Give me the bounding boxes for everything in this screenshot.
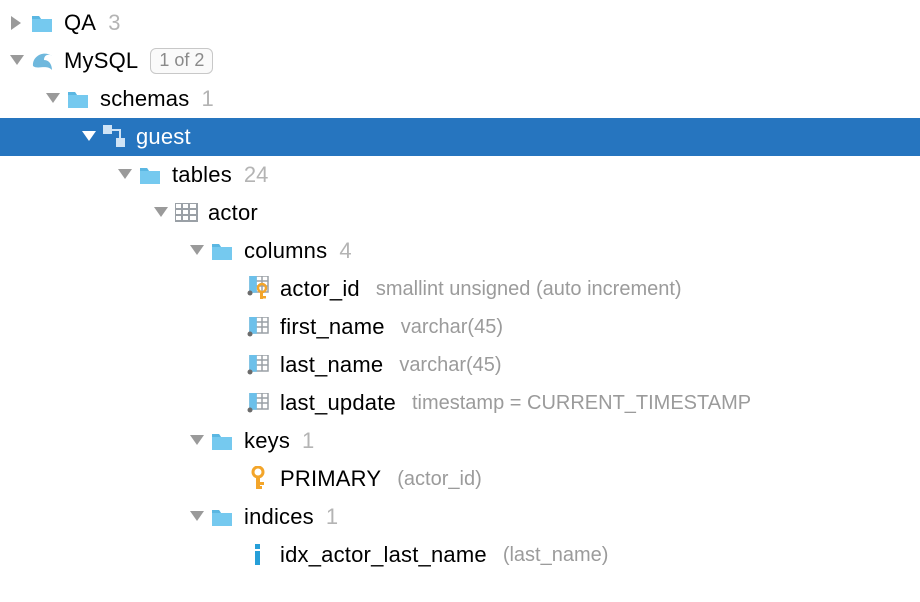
tree-node-columns[interactable]: columns 4 <box>0 232 920 270</box>
node-label: indices <box>244 504 314 530</box>
node-label: guest <box>136 124 191 150</box>
column-type: varchar(45) <box>399 354 501 377</box>
collapse-arrow-icon[interactable] <box>42 93 64 105</box>
column-icon <box>244 317 274 337</box>
tree-node-column-first-name[interactable]: first_name varchar(45) <box>0 308 920 346</box>
tree-node-key-primary[interactable]: PRIMARY (actor_id) <box>0 460 920 498</box>
column-icon <box>244 393 274 413</box>
node-count: 3 <box>108 10 120 36</box>
mysql-icon <box>28 48 58 74</box>
column-type: timestamp = CURRENT_TIMESTAMP <box>412 392 751 415</box>
tree-node-keys[interactable]: keys 1 <box>0 422 920 460</box>
datasource-badge: 1 of 2 <box>150 48 213 75</box>
node-label: last_name <box>280 352 383 378</box>
node-label: tables <box>172 162 232 188</box>
column-icon <box>244 355 274 375</box>
node-count: 1 <box>201 86 213 112</box>
collapse-arrow-icon[interactable] <box>186 435 208 447</box>
tree-node-mysql[interactable]: MySQL 1 of 2 <box>0 42 920 80</box>
node-label: PRIMARY <box>280 466 381 492</box>
key-icon <box>244 466 274 492</box>
index-icon <box>244 542 274 568</box>
tree-node-guest[interactable]: guest <box>0 118 920 156</box>
node-label: actor_id <box>280 276 360 302</box>
column-type: varchar(45) <box>401 316 503 339</box>
node-count: 4 <box>339 238 351 264</box>
table-icon <box>172 203 202 223</box>
node-label: columns <box>244 238 327 264</box>
collapse-arrow-icon[interactable] <box>114 169 136 181</box>
node-label: QA <box>64 10 96 36</box>
tree-node-qa[interactable]: QA 3 <box>0 4 920 42</box>
collapse-arrow-icon[interactable] <box>6 55 28 67</box>
key-detail: (actor_id) <box>397 468 481 491</box>
tree-node-schemas[interactable]: schemas 1 <box>0 80 920 118</box>
node-label: idx_actor_last_name <box>280 542 487 568</box>
index-detail: (last_name) <box>503 544 609 567</box>
node-label: keys <box>244 428 290 454</box>
node-count: 24 <box>244 162 268 188</box>
collapse-arrow-icon[interactable] <box>186 511 208 523</box>
column-type: smallint unsigned (auto increment) <box>376 278 682 301</box>
expand-arrow-icon[interactable] <box>6 16 28 30</box>
node-label: actor <box>208 200 258 226</box>
database-tree[interactable]: QA 3 MySQL 1 of 2 schemas 1 g <box>0 0 920 574</box>
tree-node-tables[interactable]: tables 24 <box>0 156 920 194</box>
folder-icon <box>136 164 166 186</box>
collapse-arrow-icon[interactable] <box>78 131 100 143</box>
tree-node-column-last-update[interactable]: last_update timestamp = CURRENT_TIMESTAM… <box>0 384 920 422</box>
node-label: first_name <box>280 314 385 340</box>
node-count: 1 <box>302 428 314 454</box>
tree-node-index[interactable]: idx_actor_last_name (last_name) <box>0 536 920 574</box>
collapse-arrow-icon[interactable] <box>186 245 208 257</box>
pk-column-icon <box>244 276 274 302</box>
node-count: 1 <box>326 504 338 530</box>
folder-icon <box>208 506 238 528</box>
schema-icon <box>100 125 130 149</box>
tree-node-indices[interactable]: indices 1 <box>0 498 920 536</box>
tree-node-column-actor-id[interactable]: actor_id smallint unsigned (auto increme… <box>0 270 920 308</box>
tree-node-column-last-name[interactable]: last_name varchar(45) <box>0 346 920 384</box>
node-label: last_update <box>280 390 396 416</box>
node-label: schemas <box>100 86 189 112</box>
collapse-arrow-icon[interactable] <box>150 207 172 219</box>
folder-icon <box>208 430 238 452</box>
node-label: MySQL <box>64 48 138 74</box>
tree-node-actor[interactable]: actor <box>0 194 920 232</box>
folder-icon <box>64 88 94 110</box>
folder-icon <box>28 12 58 34</box>
folder-icon <box>208 240 238 262</box>
